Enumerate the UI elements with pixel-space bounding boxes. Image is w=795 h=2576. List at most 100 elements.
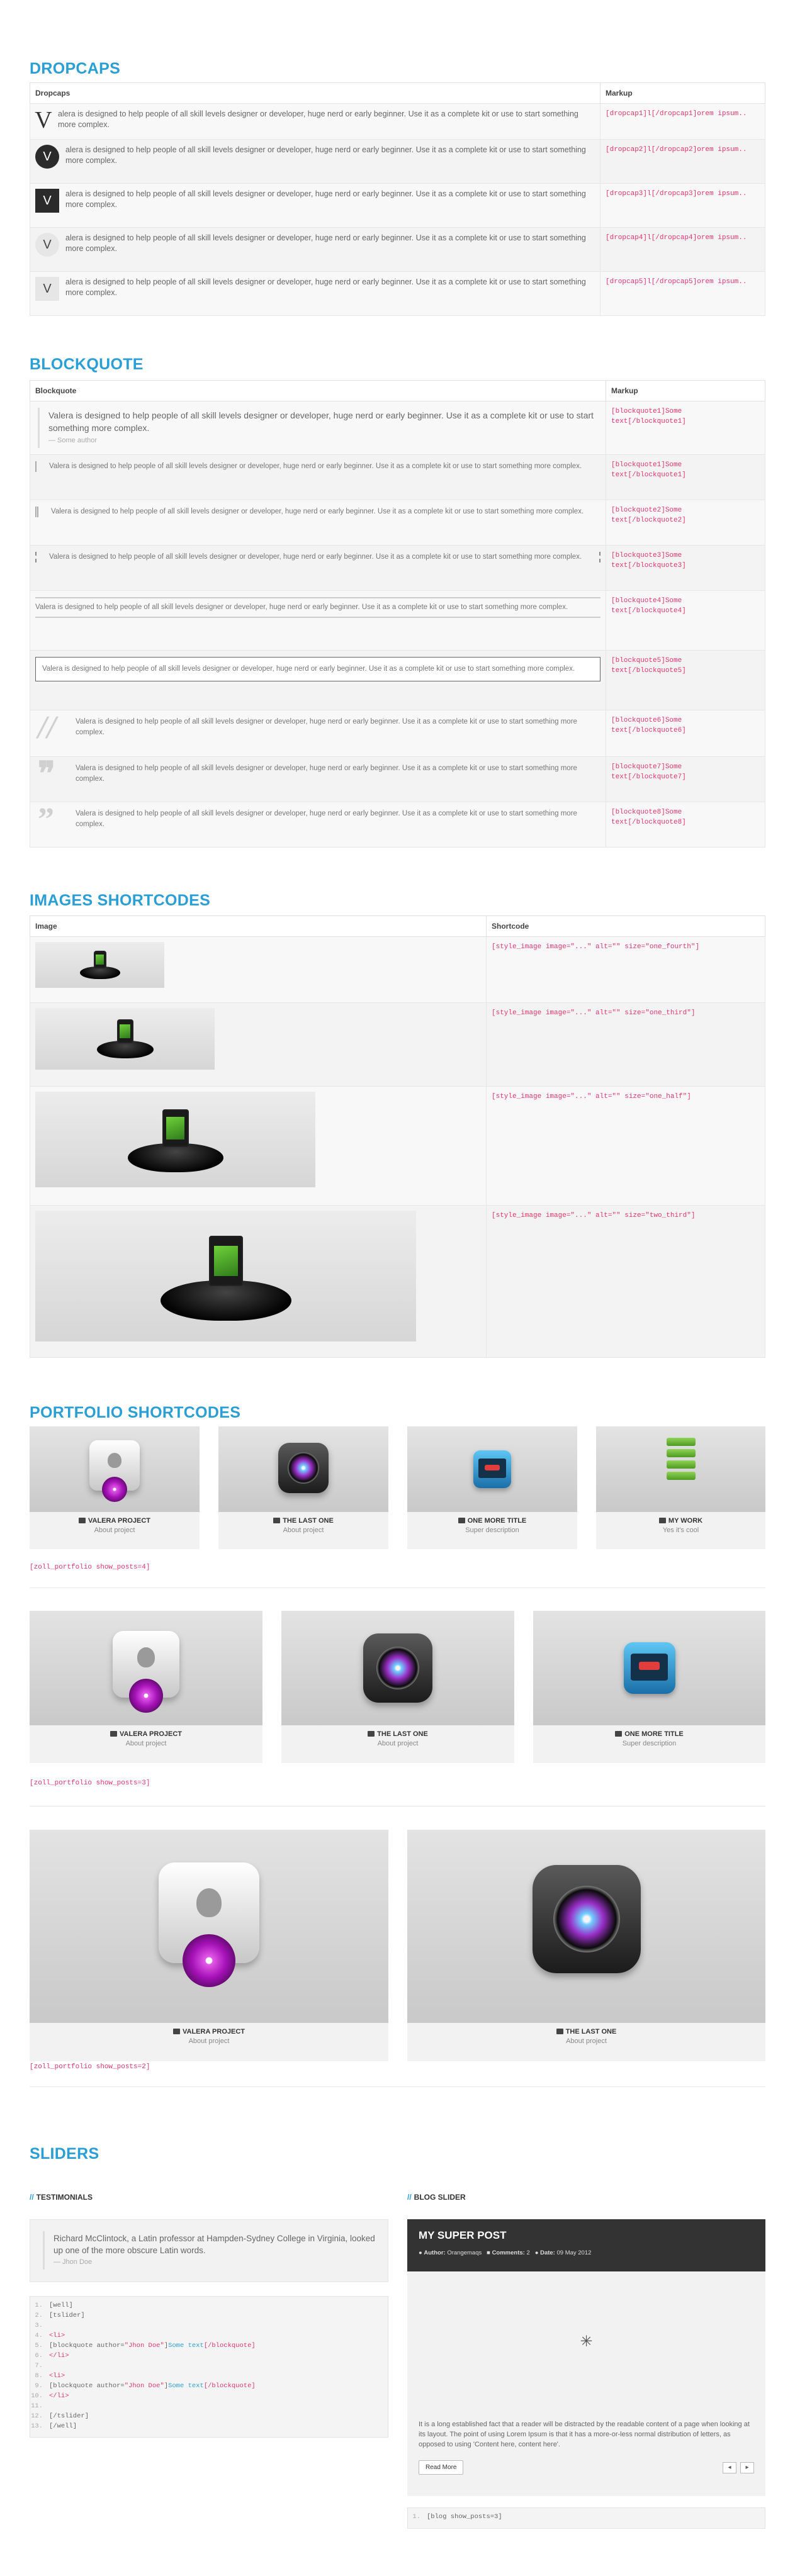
read-more-button[interactable]: Read More <box>419 2460 464 2475</box>
portfolio-thumb[interactable] <box>30 1830 388 2023</box>
dropcap-code-4: [dropcap4]l[/dropcap4]orem ipsum.. <box>600 227 765 272</box>
blockquote-example-3: Valera is designed to help people of all… <box>30 500 606 546</box>
portfolio-subtitle: About project <box>94 1526 135 1534</box>
blockquote-example-8: ❞ Valera is designed to help people of al… <box>30 756 606 802</box>
portfolio-item-valera[interactable]: VALERA PROJECT About project <box>30 1830 388 2061</box>
section-title-dropcaps: DROPCAPS <box>30 60 121 77</box>
portfolio-subtitle: Yes it's cool <box>662 1526 699 1534</box>
line-number: 12. <box>31 2412 43 2420</box>
next-arrow-button[interactable]: ▸ <box>740 2462 754 2473</box>
portfolio-item-last-one[interactable]: THE LAST ONE About project <box>218 1426 388 1549</box>
shortcode-col-header: Shortcode <box>486 916 765 937</box>
user-icon: ● <box>419 2249 422 2256</box>
mac-disc-icon <box>113 1631 179 1713</box>
blockquote-code-6: [blockquote5]Some text[/blockquote5] <box>606 650 765 710</box>
portfolio-item-last-one[interactable]: THE LAST ONE About project <box>407 1830 765 2061</box>
blockquote-style-8: ❞ Valera is designed to help people of al… <box>35 758 600 791</box>
dropcap-example-5: Valera is designed to help people of all… <box>30 271 600 316</box>
dropcap-letter: V <box>35 145 59 169</box>
blockquote-col-header: Blockquote <box>30 380 606 401</box>
portfolio-thumb[interactable] <box>30 1426 200 1512</box>
blockquote-style-4: Valera is designed to help people of all… <box>35 552 600 563</box>
image-code-2: [style_image image="..." alt="" size="on… <box>486 1002 765 1087</box>
portfolio-item-one-more[interactable]: ONE MORE TITLE Super description <box>407 1426 577 1549</box>
blockquote-example-4: Valera is designed to help people of all… <box>30 545 606 591</box>
green-buttons-icon <box>596 1438 765 1483</box>
post-comments[interactable]: 2 <box>526 2249 529 2256</box>
portfolio-item-valera[interactable]: VALERA PROJECT About project <box>30 1426 200 1549</box>
code-line: 6. </li> <box>30 2351 388 2361</box>
code-line: 4. <li> <box>30 2331 388 2341</box>
quote-mark-icon: ❞ <box>38 756 55 792</box>
portfolio-thumb[interactable] <box>281 1611 514 1725</box>
image-col-header: Image <box>30 916 487 937</box>
portfolio-title[interactable]: VALERA PROJECT <box>30 2028 388 2036</box>
portfolio-title[interactable]: THE LAST ONE <box>281 1730 514 1738</box>
line-number: 4. <box>35 2332 43 2339</box>
prev-arrow-button[interactable]: ◂ <box>723 2462 736 2473</box>
camera-icon <box>532 1865 641 1973</box>
dropcap-example-1: Valera is designed to help people of all… <box>30 103 600 140</box>
portfolio-title[interactable]: VALERA PROJECT <box>30 1730 262 1738</box>
image-icon <box>556 2029 563 2034</box>
blockquote-text: Valera is designed to help people of all… <box>76 718 577 736</box>
line-number: 13. <box>31 2422 43 2430</box>
line-number: 6. <box>35 2352 43 2360</box>
image-example-two-third <box>30 1205 487 1358</box>
image-icon <box>658 1518 666 1523</box>
blockquote-example-5: Valera is designed to help people of all… <box>30 590 606 651</box>
dropcaps-table: Dropcaps Markup Valera is designed to he… <box>30 82 765 316</box>
code-line: 8. <li> <box>30 2371 388 2381</box>
portfolio-thumb[interactable] <box>30 1611 262 1725</box>
slash-icon: // <box>30 2193 34 2202</box>
portfolio-item-one-more[interactable]: ONE MORE TITLE Super description <box>533 1611 765 1763</box>
code-line: 1. [well] <box>30 2300 388 2310</box>
comment-icon: ■ <box>487 2249 490 2256</box>
code-line: 7. <box>30 2361 388 2371</box>
portfolio-title[interactable]: VALERA PROJECT <box>30 1517 200 1525</box>
dropcap-letter: V <box>35 189 59 213</box>
line-number: 5. <box>35 2342 43 2349</box>
dropcap-text: alera is designed to help people of all … <box>58 109 578 129</box>
post-author[interactable]: Orangemaqs <box>447 2249 482 2256</box>
blog-post-title[interactable]: MY SUPER POST <box>419 2229 754 2242</box>
image-icon <box>458 1518 465 1523</box>
portfolio-subtitle: About project <box>377 1740 419 1747</box>
page: DROPCAPS Dropcaps Markup Valera is desig… <box>0 0 795 2576</box>
dropcap-code-2: [dropcap2]l[/dropcap2]orem ipsum.. <box>600 139 765 184</box>
portfolio-thumb[interactable] <box>596 1426 765 1512</box>
blockquote-code-1: [blockquote1]Some text[/blockquote1] <box>606 401 765 455</box>
portfolio-thumb[interactable] <box>407 1830 765 2023</box>
blockquote-style-2: Valera is designed to help people of all… <box>35 461 600 472</box>
blockquote-style-7: // Valera is designed to help people of a… <box>35 712 600 744</box>
radio-icon <box>473 1450 511 1488</box>
portfolio-item-my-work[interactable]: MY WORK Yes it's cool <box>596 1426 765 1549</box>
testimonials-title: //TESTIMONIALS <box>30 2193 93 2202</box>
blockquote-code-3: [blockquote2]Some text[/blockquote2] <box>606 500 765 546</box>
dropcaps-col-header: Dropcaps <box>30 82 600 104</box>
dock-icon <box>79 951 120 979</box>
testimonial-text: Richard McClintock, a Latin professor at… <box>54 2234 375 2255</box>
blog-slider-title: //BLOG SLIDER <box>407 2193 466 2202</box>
line-number: 1. <box>35 2302 43 2309</box>
dropcap-text: alera is designed to help people of all … <box>65 189 586 209</box>
user-icon: ● <box>534 2249 539 2256</box>
blog-post-meta: ● Author: Orangemaqs ■ Comments: 2 ● Dat… <box>419 2249 592 2256</box>
code-line: 9. [blockquote author="Jhon Doe"]Some tex… <box>30 2381 388 2391</box>
portfolio-item-last-one[interactable]: THE LAST ONE About project <box>281 1611 514 1763</box>
portfolio-thumb[interactable] <box>407 1426 577 1512</box>
portfolio-title[interactable]: ONE MORE TITLE <box>533 1730 765 1738</box>
dropcap-text: alera is designed to help people of all … <box>65 145 586 165</box>
portfolio-thumb[interactable] <box>218 1426 388 1512</box>
markup-col-header: Markup <box>600 82 765 104</box>
portfolio-title[interactable]: ONE MORE TITLE <box>407 1517 577 1525</box>
portfolio-title[interactable]: MY WORK <box>596 1517 765 1525</box>
portfolio-item-valera[interactable]: VALERA PROJECT About project <box>30 1611 262 1763</box>
portfolio-title[interactable]: THE LAST ONE <box>218 1517 388 1525</box>
portfolio-title[interactable]: THE LAST ONE <box>407 2028 765 2036</box>
dock-image <box>35 1008 215 1070</box>
portfolio-thumb[interactable] <box>533 1611 765 1725</box>
image-icon <box>78 1518 86 1523</box>
portfolio-subtitle: About project <box>188 2037 230 2045</box>
blockquote-code-5: [blockquote4]Some text[/blockquote4] <box>606 590 765 651</box>
